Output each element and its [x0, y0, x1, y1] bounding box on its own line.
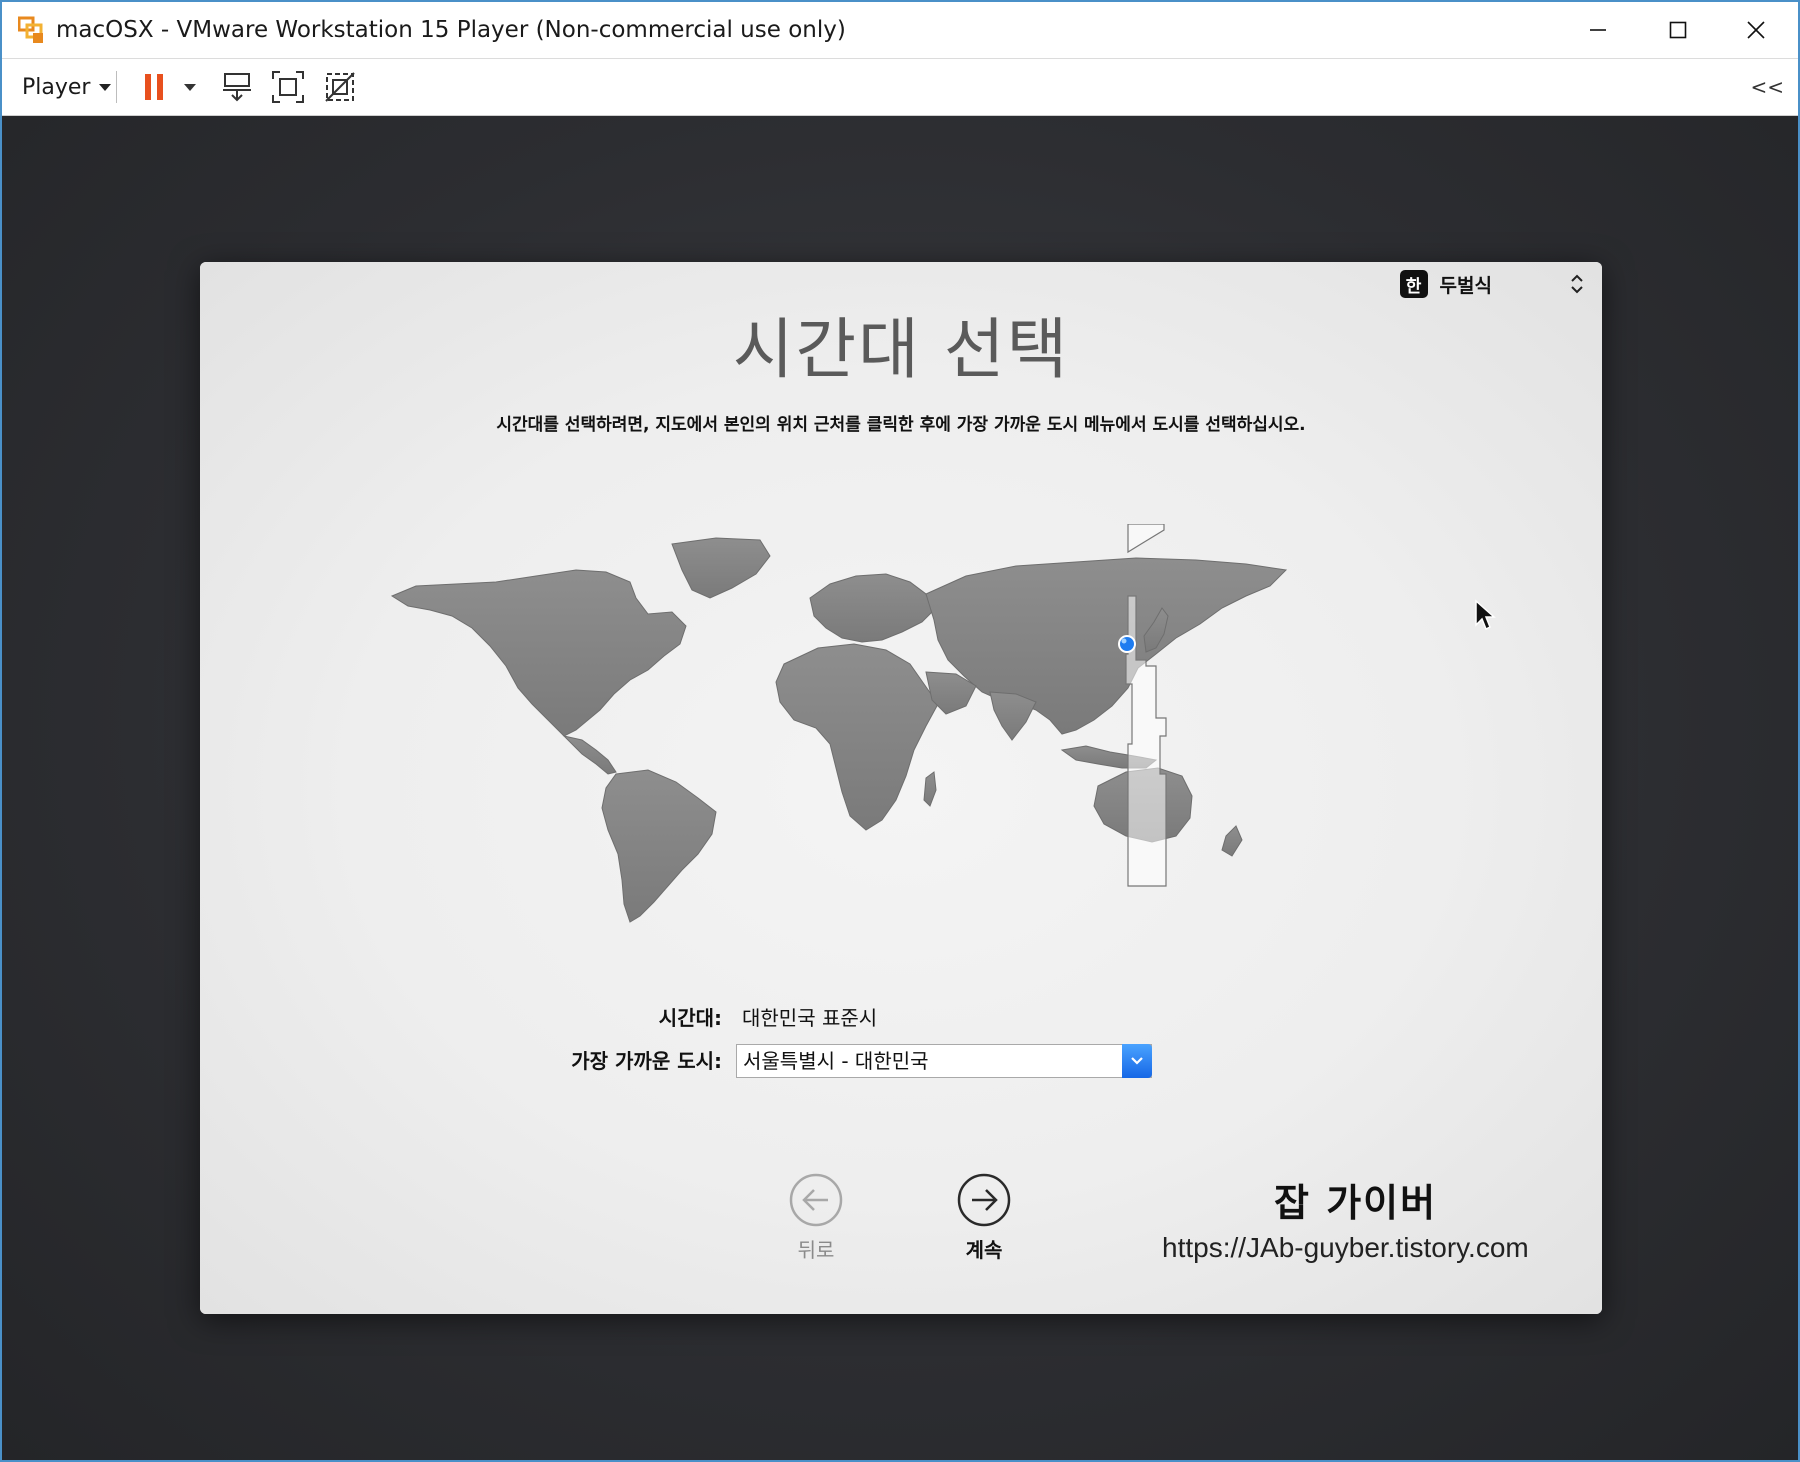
close-icon: [1747, 21, 1765, 39]
continent-africa[interactable]: [775, 643, 939, 831]
maximize-button[interactable]: [1640, 2, 1716, 58]
setup-assistant-window: 한 두벌식 시간대 선택 시간대를 선택하려면, 지도에서 본인의 위치 근처를…: [200, 262, 1602, 1314]
player-menu-label: Player: [22, 74, 91, 100]
fullscreen-icon: [272, 71, 304, 103]
vm-display[interactable]: 한 두벌식 시간대 선택 시간대를 선택하려면, 지도에서 본인의 위치 근처를…: [2, 116, 1798, 1460]
window-title: macOSX - VMware Workstation 15 Player (N…: [56, 17, 846, 43]
page-title: 시간대 선택: [732, 311, 1070, 388]
continue-label: 계속: [965, 1238, 1003, 1262]
region-india[interactable]: [989, 691, 1037, 741]
watermark-title: 잡 가이버: [1274, 1181, 1438, 1225]
title-bar: macOSX - VMware Workstation 15 Player (N…: [2, 2, 1798, 59]
send-ctrl-alt-del-icon: [223, 73, 251, 102]
back-button[interactable]: 뒤로: [766, 1172, 866, 1263]
arrow-left-circle-icon: [789, 1173, 843, 1227]
continent-south-america[interactable]: [601, 769, 717, 923]
back-label: 뒤로: [797, 1238, 835, 1262]
vmware-player-window: macOSX - VMware Workstation 15 Player (N…: [0, 0, 1800, 1462]
closest-city-select[interactable]: 서울특별시 - 대한민국: [736, 1044, 1152, 1078]
continent-central-america[interactable]: [562, 735, 617, 775]
world-map[interactable]: [386, 524, 1426, 924]
timezone-value: 대한민국 표준시: [742, 1006, 878, 1030]
collapse-icon: <<: [1750, 75, 1784, 99]
chevron-down-icon: [1131, 1057, 1143, 1065]
minimize-icon: [1590, 29, 1606, 31]
continent-north-america[interactable]: [390, 569, 687, 737]
unity-icon: [325, 72, 355, 102]
timezone-label: 시간대:: [658, 1006, 722, 1030]
island-madagascar[interactable]: [923, 771, 937, 807]
power-options-dropdown[interactable]: [178, 59, 202, 115]
island-new-zealand[interactable]: [1221, 825, 1243, 857]
closest-city-dropdown-button[interactable]: [1122, 1044, 1152, 1078]
collapse-toolbar-button[interactable]: <<: [1750, 59, 1784, 115]
up-down-chevron-icon: [1571, 274, 1583, 294]
closest-city-value: 서울특별시 - 대한민국: [743, 1049, 929, 1073]
minimize-button[interactable]: [1560, 2, 1636, 58]
chevron-down-icon: [99, 84, 112, 91]
continent-europe[interactable]: [809, 573, 935, 643]
closest-city-label: 가장 가까운 도시:: [571, 1049, 722, 1073]
timezone-row: 시간대: 대한민국 표준시: [200, 1002, 1602, 1034]
fullscreen-button[interactable]: [270, 59, 306, 115]
pause-icon: [145, 74, 163, 100]
continue-button[interactable]: 계속: [934, 1172, 1034, 1263]
watermark-url: https://JAb-guyber.tistory.com: [1162, 1232, 1529, 1263]
close-button[interactable]: [1718, 2, 1794, 58]
maximize-icon: [1669, 21, 1687, 39]
send-ctrl-alt-del-button[interactable]: [220, 59, 254, 115]
instructions-text: 시간대를 선택하려면, 지도에서 본인의 위치 근처를 클릭한 후에 가장 가까…: [496, 415, 1306, 435]
dropdown-icon: [184, 84, 196, 91]
pause-button[interactable]: [140, 59, 170, 115]
vmware-app-icon: [18, 16, 43, 43]
unity-button[interactable]: [322, 59, 358, 115]
input-source-label: 두벌식: [1439, 274, 1492, 297]
toolbar: Player <<: [2, 59, 1798, 116]
mouse-cursor-icon: [1475, 599, 1496, 631]
continent-asia[interactable]: [925, 557, 1288, 735]
input-source-badge: 한: [1399, 270, 1428, 298]
location-pin[interactable]: [1118, 635, 1136, 653]
player-menu[interactable]: Player: [22, 59, 112, 115]
continent-greenland[interactable]: [671, 537, 771, 599]
toolbar-divider: [116, 71, 117, 103]
arrow-right-circle-icon: [957, 1173, 1011, 1227]
